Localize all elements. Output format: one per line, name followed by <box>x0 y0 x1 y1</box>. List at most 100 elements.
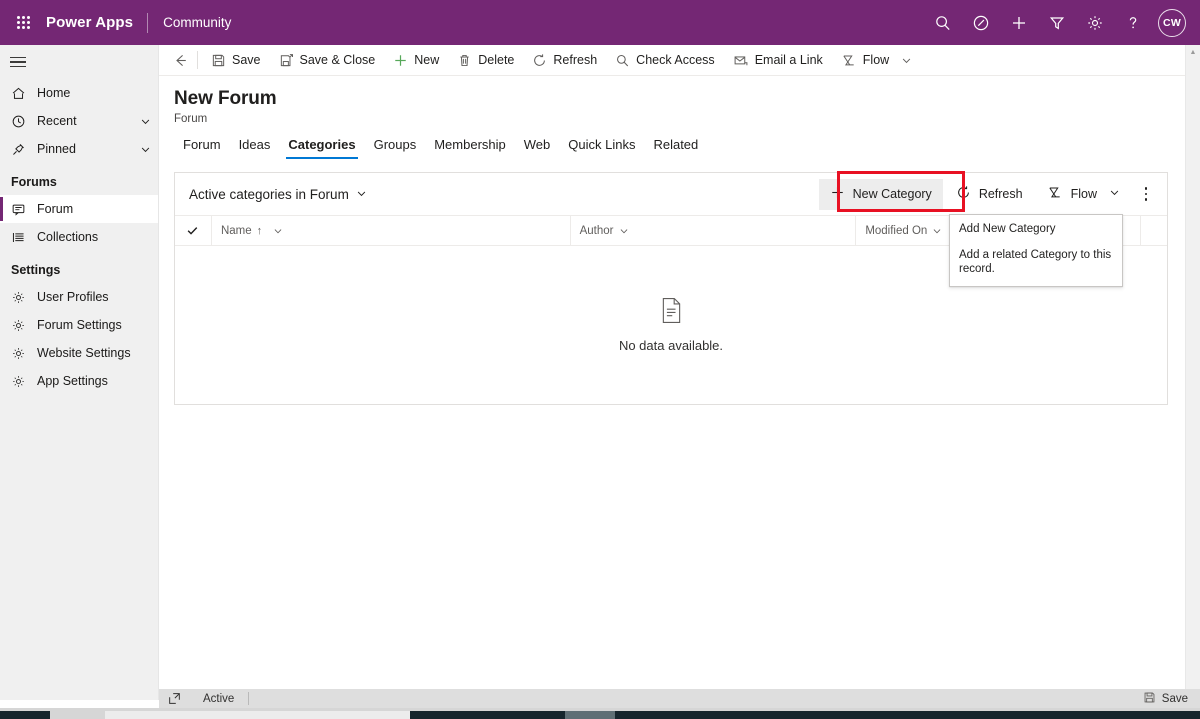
command-divider <box>197 51 198 69</box>
tab-groups[interactable]: Groups <box>365 137 426 159</box>
gear-icon <box>11 290 37 305</box>
sidebar: Home Recent Pinned Forums Forum Collecti… <box>0 45 159 700</box>
forum-icon <box>11 202 37 217</box>
command-bar: Save Save & Close New Delete Refresh Che… <box>159 45 1200 76</box>
column-header-author[interactable]: Author <box>569 215 856 246</box>
gear-icon[interactable] <box>1076 0 1114 45</box>
filter-icon[interactable] <box>1038 0 1076 45</box>
save-and-close-button-label: Save & Close <box>299 53 376 67</box>
subgrid-overflow-button[interactable] <box>1133 179 1159 210</box>
save-button[interactable]: Save <box>202 45 270 76</box>
flow-button[interactable]: Flow <box>832 45 921 76</box>
chevron-down-icon[interactable] <box>1109 187 1120 201</box>
page-vertical-scrollbar[interactable]: ▲ ▼ <box>1185 45 1200 700</box>
chevron-down-icon[interactable] <box>901 55 912 66</box>
new-button-label: New <box>414 53 440 67</box>
email-a-link-button[interactable]: Email a Link <box>724 45 832 76</box>
home-icon <box>11 86 37 101</box>
plus-icon <box>393 53 408 68</box>
status-save-button[interactable]: Save <box>1143 691 1200 707</box>
open-in-new-window-button[interactable] <box>159 689 189 708</box>
tab-web[interactable]: Web <box>515 137 560 159</box>
tab-membership[interactable]: Membership <box>425 137 515 159</box>
scroll-up-arrow-icon[interactable]: ▲ <box>1186 45 1200 60</box>
sidebar-item-collections[interactable]: Collections <box>0 223 158 251</box>
refresh-icon <box>532 53 547 68</box>
sidebar-item-forum[interactable]: Forum <box>0 195 158 223</box>
plus-icon[interactable] <box>1000 0 1038 45</box>
new-category-button-label: New Category <box>852 187 932 201</box>
column-header-spacer <box>1140 215 1167 246</box>
chevron-down-icon[interactable] <box>619 226 629 236</box>
refresh-button-label: Refresh <box>553 53 598 67</box>
check-access-icon <box>615 53 630 68</box>
help-icon[interactable] <box>1114 0 1152 45</box>
search-icon[interactable] <box>924 0 962 45</box>
main-content: Save Save & Close New Delete Refresh Che… <box>159 45 1200 700</box>
new-category-button[interactable]: New Category <box>818 178 943 210</box>
flow-icon <box>1047 185 1063 203</box>
column-header-label: Name <box>220 224 252 237</box>
sidebar-group-forums: Forums <box>11 175 57 189</box>
pin-icon <box>11 142 37 157</box>
sidebar-item-recent[interactable]: Recent <box>0 107 158 135</box>
avatar[interactable]: CW <box>1158 8 1186 37</box>
gear-icon <box>11 374 37 389</box>
subgrid-flow-button[interactable]: Flow <box>1036 179 1131 210</box>
chevron-down-icon[interactable] <box>132 144 158 155</box>
tooltip-body: Add a related Category to this record. <box>959 249 1112 276</box>
save-close-icon <box>279 53 294 68</box>
refresh-button[interactable]: Refresh <box>523 45 606 76</box>
sidebar-item-website-settings[interactable]: Website Settings <box>0 339 158 367</box>
brand-title[interactable]: Power Apps <box>46 14 147 31</box>
view-selector-label: Active categories in Forum <box>189 186 349 202</box>
sidebar-item-app-settings[interactable]: App Settings <box>0 367 158 395</box>
scroll-segment <box>615 711 1200 719</box>
tab-ideas[interactable]: Ideas <box>230 137 280 159</box>
environment-name[interactable]: Community <box>148 15 231 30</box>
subgrid-refresh-button[interactable]: Refresh <box>945 179 1034 210</box>
view-selector[interactable]: Active categories in Forum <box>189 187 367 202</box>
save-icon <box>211 53 226 68</box>
delete-button-label: Delete <box>478 53 515 67</box>
sidebar-item-home[interactable]: Home <box>0 79 158 107</box>
tab-forum[interactable]: Forum <box>174 137 230 159</box>
column-header-label: Modified On <box>865 224 928 237</box>
back-button[interactable] <box>165 45 195 76</box>
flow-icon <box>841 53 857 68</box>
chevron-down-icon[interactable] <box>932 226 942 236</box>
sidebar-item-pinned[interactable]: Pinned <box>0 135 158 163</box>
delete-button[interactable]: Delete <box>448 45 523 76</box>
sidebar-item-forum-settings[interactable]: Forum Settings <box>0 311 158 339</box>
column-header-name[interactable]: Name ↑ <box>210 215 570 246</box>
sidebar-group-settings: Settings <box>11 263 61 277</box>
sidebar-item-user-profiles[interactable]: User Profiles <box>0 283 158 311</box>
tooltip-title: Add New Category <box>959 223 1056 235</box>
sidebar-toggle-button[interactable] <box>0 45 158 79</box>
chevron-down-icon[interactable] <box>273 226 283 236</box>
status-save-label: Save <box>1161 692 1188 705</box>
check-access-button[interactable]: Check Access <box>606 45 724 76</box>
save-and-close-button[interactable]: Save & Close <box>270 45 385 76</box>
flow-button-label: Flow <box>862 53 890 67</box>
collections-icon <box>11 230 37 245</box>
tab-categories[interactable]: Categories <box>279 137 364 159</box>
select-all-checkbox[interactable] <box>175 224 211 237</box>
scroll-segment <box>0 711 50 719</box>
subgrid-refresh-button-label: Refresh <box>978 187 1023 201</box>
tab-quick-links[interactable]: Quick Links <box>559 137 644 159</box>
clock-icon <box>11 114 37 129</box>
form-tablist: Forum Ideas Categories Groups Membership… <box>159 125 1200 159</box>
tab-related[interactable]: Related <box>644 137 707 159</box>
chevron-down-icon <box>356 187 367 202</box>
sort-ascending-icon: ↑ <box>256 224 263 237</box>
window-bottom-scrollbar[interactable] <box>0 708 1200 719</box>
app-launcher-button[interactable] <box>0 0 46 45</box>
subgrid-flow-button-label: Flow <box>1070 187 1097 201</box>
assistant-icon[interactable] <box>962 0 1000 45</box>
new-button[interactable]: New <box>384 45 448 76</box>
scrollbar-thumb[interactable] <box>565 711 615 719</box>
trash-icon <box>457 53 472 68</box>
chevron-down-icon[interactable] <box>132 116 158 127</box>
sidebar-item-label: Forum <box>37 202 74 216</box>
